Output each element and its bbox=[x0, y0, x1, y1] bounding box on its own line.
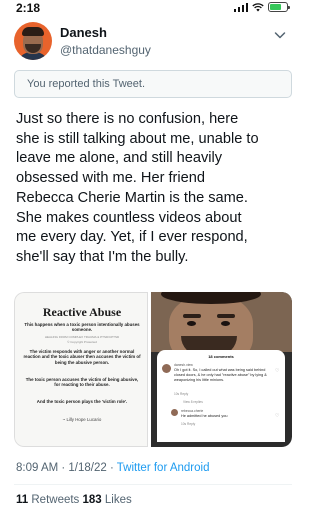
battery-icon bbox=[268, 2, 290, 12]
tweet-stats: 11 Retweets 183 Likes bbox=[16, 494, 132, 506]
image-copyright: © Copyright Protected bbox=[67, 340, 97, 344]
tweet-line: leave me alone, and still heavily bbox=[16, 150, 223, 167]
comment-text: He admitted he abused you bbox=[181, 414, 228, 418]
source-link[interactable]: Twitter for Android bbox=[117, 462, 210, 474]
tweet-line: obsessed with me. Her friend bbox=[16, 170, 205, 187]
tweet-media: Reactive Abuse This happens when a toxic… bbox=[14, 292, 292, 447]
tweet-text: Just so there is no confusion, here she … bbox=[16, 110, 292, 268]
comment-user: danesh.view bbox=[174, 363, 193, 367]
image-text: The toxic person accuses the victim of b… bbox=[25, 377, 139, 388]
wifi-icon bbox=[252, 3, 264, 12]
image-text: And the toxic person plays the 'victim r… bbox=[36, 399, 128, 404]
tweet-line: me every day. Yet, if I ever respond, bbox=[16, 229, 248, 246]
comment-meta: 10s Reply bbox=[181, 422, 196, 426]
image-source: HEALING FROM COMPLEX TRAUMA & PTSD/CPTSD bbox=[44, 335, 120, 339]
likes-count[interactable]: 183 bbox=[83, 494, 102, 506]
image-author: ~ Lilly Hope Lucario bbox=[62, 417, 102, 422]
timestamp-date: 8:09 AM · 1/18/22 · bbox=[16, 462, 117, 474]
image-text: This happens when a toxic person intenti… bbox=[24, 322, 140, 333]
retweets-label[interactable]: Retweets bbox=[28, 494, 82, 506]
tweet-timestamp: 8:09 AM · 1/18/22 · Twitter for Android bbox=[16, 462, 209, 474]
tweet-line: Just so there is no confusion, here bbox=[16, 111, 239, 127]
signal-icon bbox=[234, 2, 248, 12]
author-handle[interactable]: @thatdaneshguy bbox=[60, 43, 151, 57]
status-time: 2:18 bbox=[16, 1, 41, 15]
comment-text: Oh I got it. So, I called out what was b… bbox=[174, 368, 267, 382]
avatar[interactable] bbox=[14, 22, 52, 60]
tweet-line: she is still talking about me, unable to bbox=[16, 130, 259, 147]
tweet-line: Rebecca Cherie Martin is the same. bbox=[16, 189, 248, 206]
reported-notice: You reported this Tweet. bbox=[14, 70, 292, 98]
comment-meta: 10s Reply bbox=[174, 392, 189, 396]
comments-panel: 18 comments danesh.view Oh I got it. So,… bbox=[157, 350, 285, 442]
avatar bbox=[171, 409, 178, 416]
media-image-screenshot[interactable]: 18 comments danesh.view Oh I got it. So,… bbox=[151, 292, 292, 447]
image-text: The victim responds with anger or anothe… bbox=[23, 349, 141, 365]
status-bar: 2:18 bbox=[0, 0, 300, 16]
view-replies: View 8 replies bbox=[183, 400, 203, 404]
selfie-photo bbox=[151, 292, 292, 366]
likes-label[interactable]: Likes bbox=[102, 494, 132, 506]
comment-user: rebecca.cherie bbox=[181, 409, 204, 413]
tweet-line: she'll say that I'm the bully. bbox=[16, 248, 189, 265]
reported-notice-text: You reported this Tweet. bbox=[27, 78, 146, 90]
author-name[interactable]: Danesh bbox=[60, 25, 107, 40]
retweets-count[interactable]: 11 bbox=[16, 494, 28, 506]
chevron-down-icon[interactable] bbox=[272, 27, 288, 43]
image-title: Reactive Abuse bbox=[42, 305, 122, 319]
tweet-line: She makes countless videos about bbox=[16, 209, 242, 226]
divider bbox=[14, 484, 292, 485]
heart-icon: ♡ bbox=[275, 368, 280, 374]
tweet-header: Danesh @thatdaneshguy bbox=[14, 22, 294, 64]
heart-icon: ♡ bbox=[275, 413, 280, 419]
avatar bbox=[162, 364, 171, 373]
status-icons bbox=[234, 2, 290, 12]
media-image-reactive-abuse[interactable]: Reactive Abuse This happens when a toxic… bbox=[14, 292, 148, 447]
comments-header: 18 comments bbox=[208, 354, 234, 359]
